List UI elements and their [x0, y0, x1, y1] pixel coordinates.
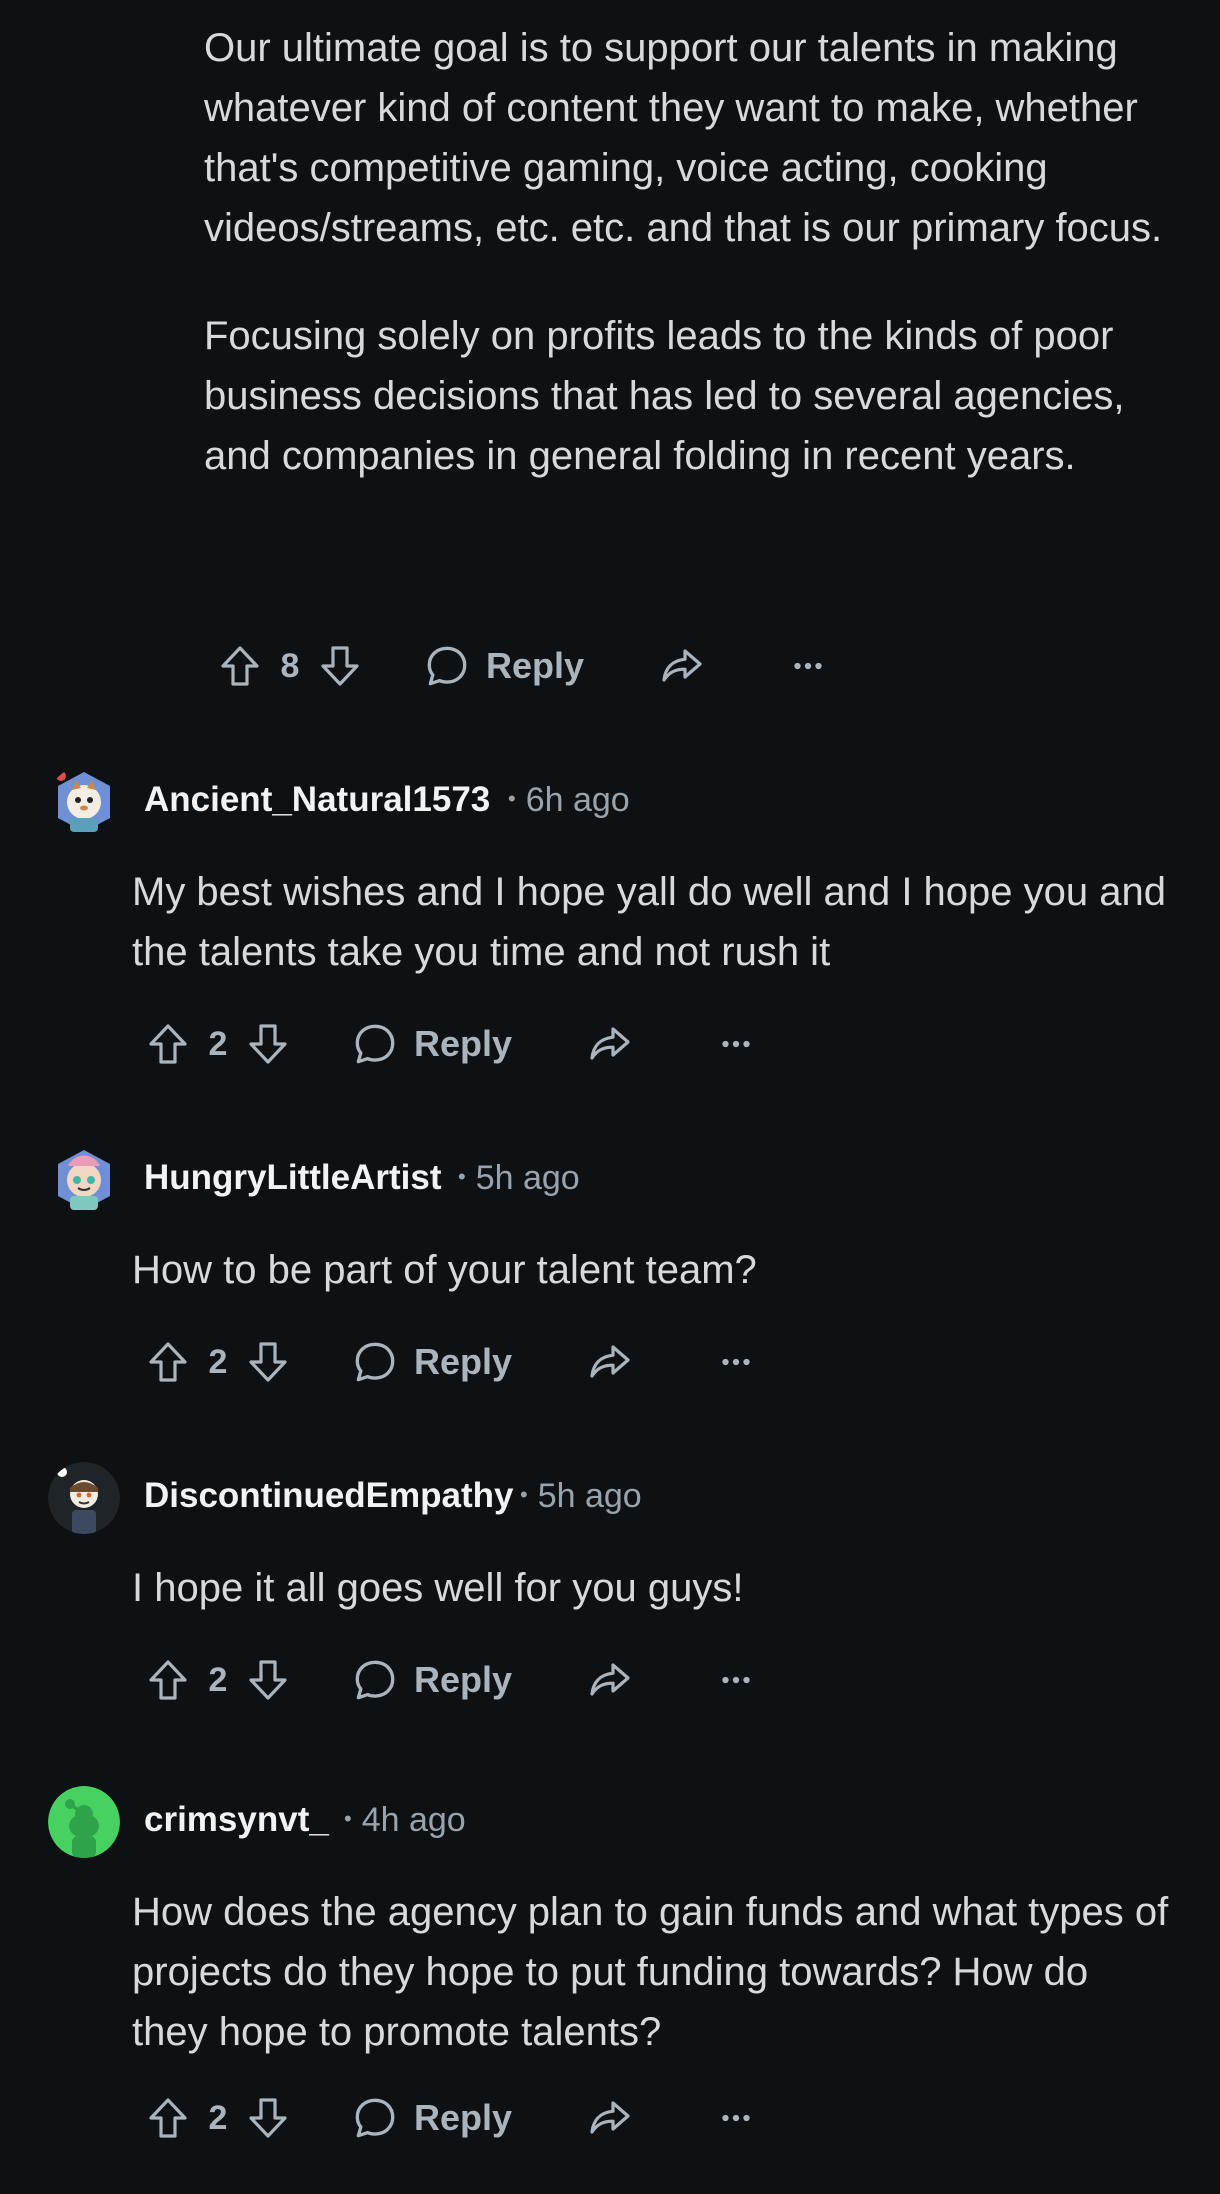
upvote-icon[interactable] — [138, 1332, 198, 1392]
comment-actions: 8 Reply — [210, 636, 838, 696]
comment-actions: 2 Reply — [138, 1014, 766, 1074]
share-icon[interactable] — [652, 636, 712, 696]
downvote-icon[interactable] — [238, 2088, 298, 2148]
downvote-icon[interactable] — [310, 636, 370, 696]
reply-label: Reply — [486, 645, 585, 686]
username[interactable]: HungryLittleArtist — [144, 1154, 442, 1202]
comment-body: My best wishes and I hope yall do well a… — [132, 870, 1166, 974]
comment-actions: 2 Reply — [138, 1332, 766, 1392]
reply-label: Reply — [414, 1341, 513, 1382]
username[interactable]: crimsynvt_ — [144, 1796, 329, 1844]
upvote-icon[interactable] — [210, 636, 270, 696]
downvote-icon[interactable] — [238, 1332, 298, 1392]
comment-body: How to be part of your talent team? — [132, 1248, 757, 1292]
avatar[interactable] — [48, 1462, 120, 1534]
reply-button[interactable]: Reply — [350, 1014, 512, 1074]
avatar[interactable] — [48, 1786, 120, 1858]
comment-bubble-icon — [422, 641, 472, 691]
upvote-icon[interactable] — [138, 2088, 198, 2148]
avatar[interactable] — [48, 766, 120, 838]
timestamp: • 6h ago — [508, 781, 630, 819]
reply-label: Reply — [414, 1023, 513, 1064]
vote-score: 2 — [208, 2098, 228, 2137]
vote-score: 2 — [208, 1660, 228, 1699]
vote-score: 2 — [208, 1342, 228, 1381]
comment-body: I hope it all goes well for you guys! — [132, 1566, 744, 1610]
comment-bubble-icon — [350, 1337, 400, 1387]
comment-bubble-icon — [350, 2093, 400, 2143]
more-options-icon[interactable] — [706, 1650, 766, 1710]
reply-button[interactable]: Reply — [350, 2088, 512, 2148]
more-options-icon[interactable] — [706, 1014, 766, 1074]
upvote-icon[interactable] — [138, 1014, 198, 1074]
comment-bubble-icon — [350, 1019, 400, 1069]
more-options-icon[interactable] — [778, 636, 838, 696]
share-icon[interactable] — [580, 1332, 640, 1392]
upvote-icon[interactable] — [138, 1650, 198, 1710]
downvote-icon[interactable] — [238, 1014, 298, 1074]
vote-score: 2 — [208, 1024, 228, 1063]
timestamp: • 4h ago — [344, 1801, 466, 1839]
more-options-icon[interactable] — [706, 2088, 766, 2148]
timestamp: • 5h ago — [520, 1477, 642, 1515]
share-icon[interactable] — [580, 2088, 640, 2148]
comment-thread: Our ultimate goal is to support our tale… — [0, 0, 1220, 2194]
reply-button[interactable]: Reply — [350, 1332, 512, 1392]
share-icon[interactable] — [580, 1650, 640, 1710]
comment-paragraph: Focusing solely on profits leads to the … — [204, 314, 1125, 478]
avatar[interactable] — [48, 1144, 120, 1216]
comment-body: Our ultimate goal is to support our tale… — [204, 18, 1164, 486]
comment-body: How does the agency plan to gain funds a… — [132, 1890, 1169, 2054]
timestamp: • 5h ago — [458, 1159, 580, 1197]
username[interactable]: Ancient_Natural1573 — [144, 776, 490, 824]
comment-bubble-icon — [350, 1655, 400, 1705]
share-icon[interactable] — [580, 1014, 640, 1074]
downvote-icon[interactable] — [238, 1650, 298, 1710]
username[interactable]: DiscontinuedEmpathy — [144, 1472, 513, 1520]
reply-label: Reply — [414, 2097, 513, 2138]
comment-actions: 2 Reply — [138, 2088, 766, 2148]
vote-score: 8 — [280, 646, 300, 685]
comment-paragraph: Our ultimate goal is to support our tale… — [204, 26, 1163, 250]
comment-actions: 2 Reply — [138, 1650, 766, 1710]
reply-label: Reply — [414, 1659, 513, 1700]
reply-button[interactable]: Reply — [350, 1650, 512, 1710]
more-options-icon[interactable] — [706, 1332, 766, 1392]
reply-button[interactable]: Reply — [422, 636, 584, 696]
